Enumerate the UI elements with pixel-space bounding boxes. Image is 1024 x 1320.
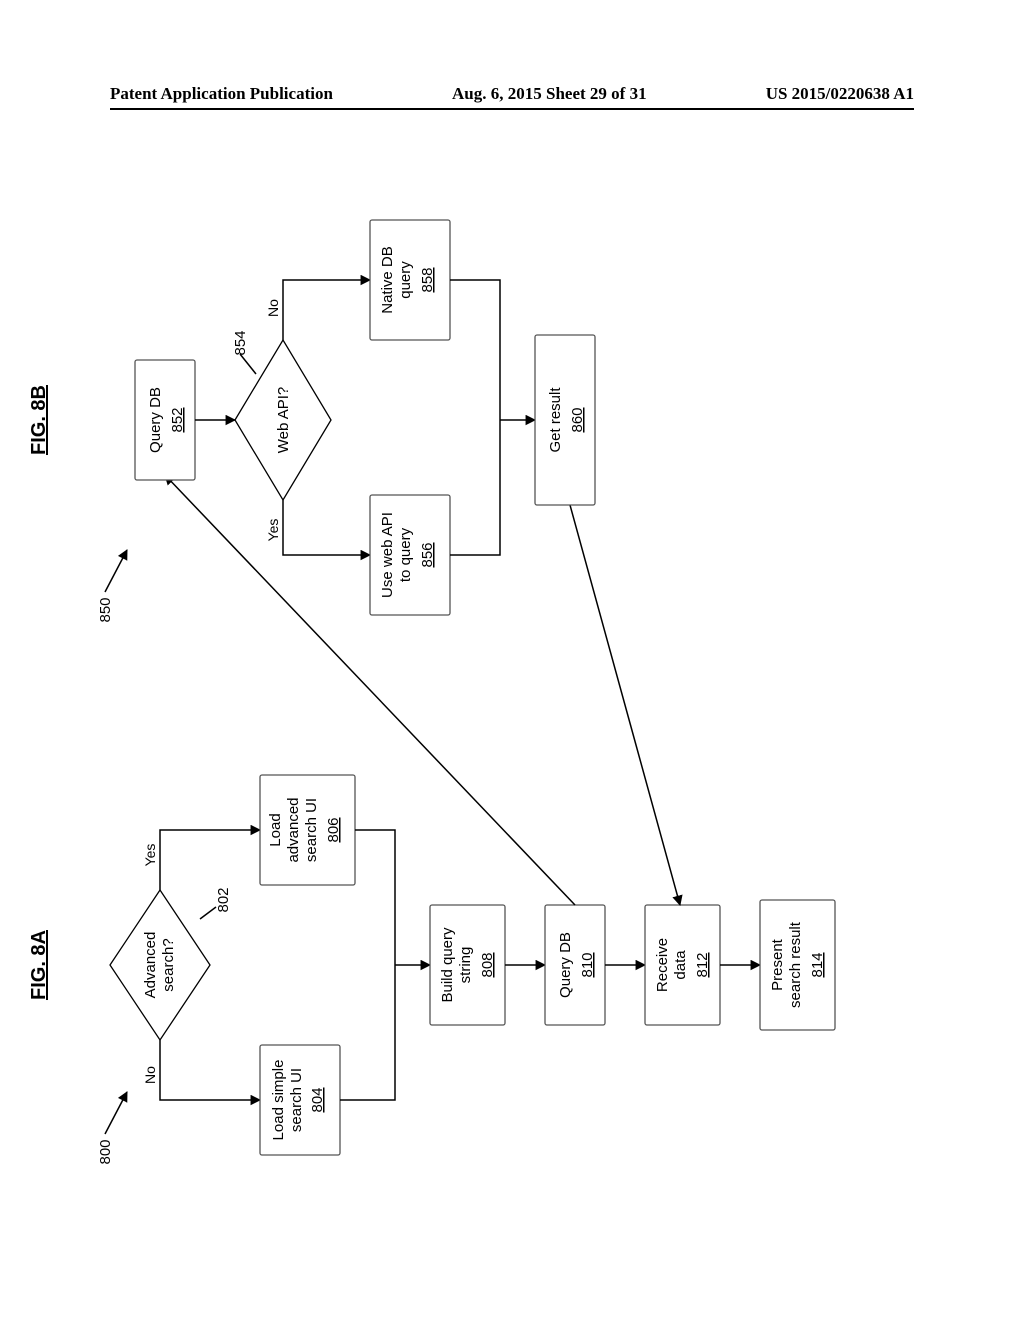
fig8b-title: FIG. 8B: [28, 385, 50, 455]
header-left: Patent Application Publication: [110, 84, 333, 104]
decision-802-leader: [200, 907, 216, 919]
arrow-yes: [160, 830, 260, 890]
merge-left: [340, 965, 395, 1100]
svg-text:804: 804: [309, 1087, 326, 1112]
svg-text:Query DB: Query DB: [147, 387, 164, 453]
svg-text:search result: search result: [787, 921, 804, 1008]
arrow-854-no: [283, 280, 370, 340]
box-use-web-api: Use web API to query 856: [370, 495, 450, 615]
svg-text:852: 852: [169, 407, 186, 432]
svg-text:808: 808: [479, 952, 496, 977]
svg-text:814: 814: [809, 952, 826, 977]
svg-text:advanced: advanced: [285, 797, 302, 862]
box-receive-data: Receive data 812: [645, 905, 720, 1025]
svg-text:810: 810: [579, 952, 596, 977]
arrow-854-yes: [283, 500, 370, 555]
merge-858: [450, 280, 500, 420]
decision-web-api: Web API?: [235, 340, 331, 500]
decision-advanced-search: Advanced search?: [110, 890, 210, 1040]
box-query-db-810: Query DB 810: [545, 905, 605, 1025]
edge-label-yes-854: Yes: [265, 519, 281, 542]
svg-text:Native DB: Native DB: [379, 246, 396, 314]
fig8a-title: FIG. 8A: [28, 930, 50, 1000]
svg-text:858: 858: [419, 267, 436, 292]
svg-text:query: query: [397, 261, 414, 299]
edge-label-no: No: [142, 1066, 158, 1084]
merge-right: [355, 830, 395, 965]
merge-856: [450, 420, 500, 555]
fig8b-ref-arrow: [105, 550, 127, 592]
svg-text:Receive: Receive: [654, 938, 671, 992]
box-get-result: Get result 860: [535, 335, 595, 505]
fig8b-refnum: 850: [97, 597, 114, 622]
header-center: Aug. 6, 2015 Sheet 29 of 31: [452, 84, 647, 104]
svg-text:Build query: Build query: [439, 927, 456, 1003]
box-load-simple-ui: Load simple search UI 804: [260, 1045, 340, 1155]
svg-text:search UI: search UI: [288, 1068, 305, 1132]
box-present-result: Present search result 814: [760, 900, 835, 1030]
svg-text:search?: search?: [160, 938, 177, 991]
arrow-860-to-812: [570, 505, 680, 905]
fig8a-refnum: 800: [97, 1139, 114, 1164]
header-right: US 2015/0220638 A1: [766, 84, 914, 104]
svg-text:Get result: Get result: [547, 387, 564, 453]
svg-text:to query: to query: [397, 527, 414, 582]
header-divider: [110, 108, 914, 110]
svg-text:812: 812: [694, 952, 711, 977]
svg-text:Advanced: Advanced: [142, 932, 159, 999]
svg-text:Load: Load: [267, 813, 284, 846]
svg-text:Load simple: Load simple: [270, 1060, 287, 1141]
box-query-db-852: Query DB 852: [135, 360, 195, 480]
edge-label-yes: Yes: [142, 844, 158, 867]
edge-label-no-854: No: [265, 299, 281, 317]
page-header: Patent Application Publication Aug. 6, 2…: [0, 84, 1024, 104]
svg-text:Use web API: Use web API: [379, 512, 396, 598]
svg-text:Present: Present: [769, 938, 786, 991]
fig8a-ref-arrow: [105, 1092, 127, 1134]
svg-text:data: data: [672, 950, 689, 980]
svg-text:860: 860: [569, 407, 586, 432]
box-native-db-query: Native DB query 858: [370, 220, 450, 340]
decision-854-refnum: 854: [232, 330, 249, 355]
flowchart-diagram: FIG. 8A 800 Advanced search? 802 No Yes …: [0, 160, 1024, 1210]
box-build-query-string: Build query string 808: [430, 905, 505, 1025]
svg-text:806: 806: [325, 817, 342, 842]
svg-text:Web API?: Web API?: [275, 387, 292, 453]
arrow-no: [160, 1040, 260, 1100]
decision-854-leader: [240, 354, 256, 374]
svg-text:856: 856: [419, 542, 436, 567]
svg-text:Query DB: Query DB: [557, 932, 574, 998]
decision-802-refnum: 802: [215, 887, 232, 912]
svg-text:search UI: search UI: [303, 798, 320, 862]
svg-text:string: string: [457, 947, 474, 984]
box-load-advanced-ui: Load advanced search UI 806: [260, 775, 355, 885]
